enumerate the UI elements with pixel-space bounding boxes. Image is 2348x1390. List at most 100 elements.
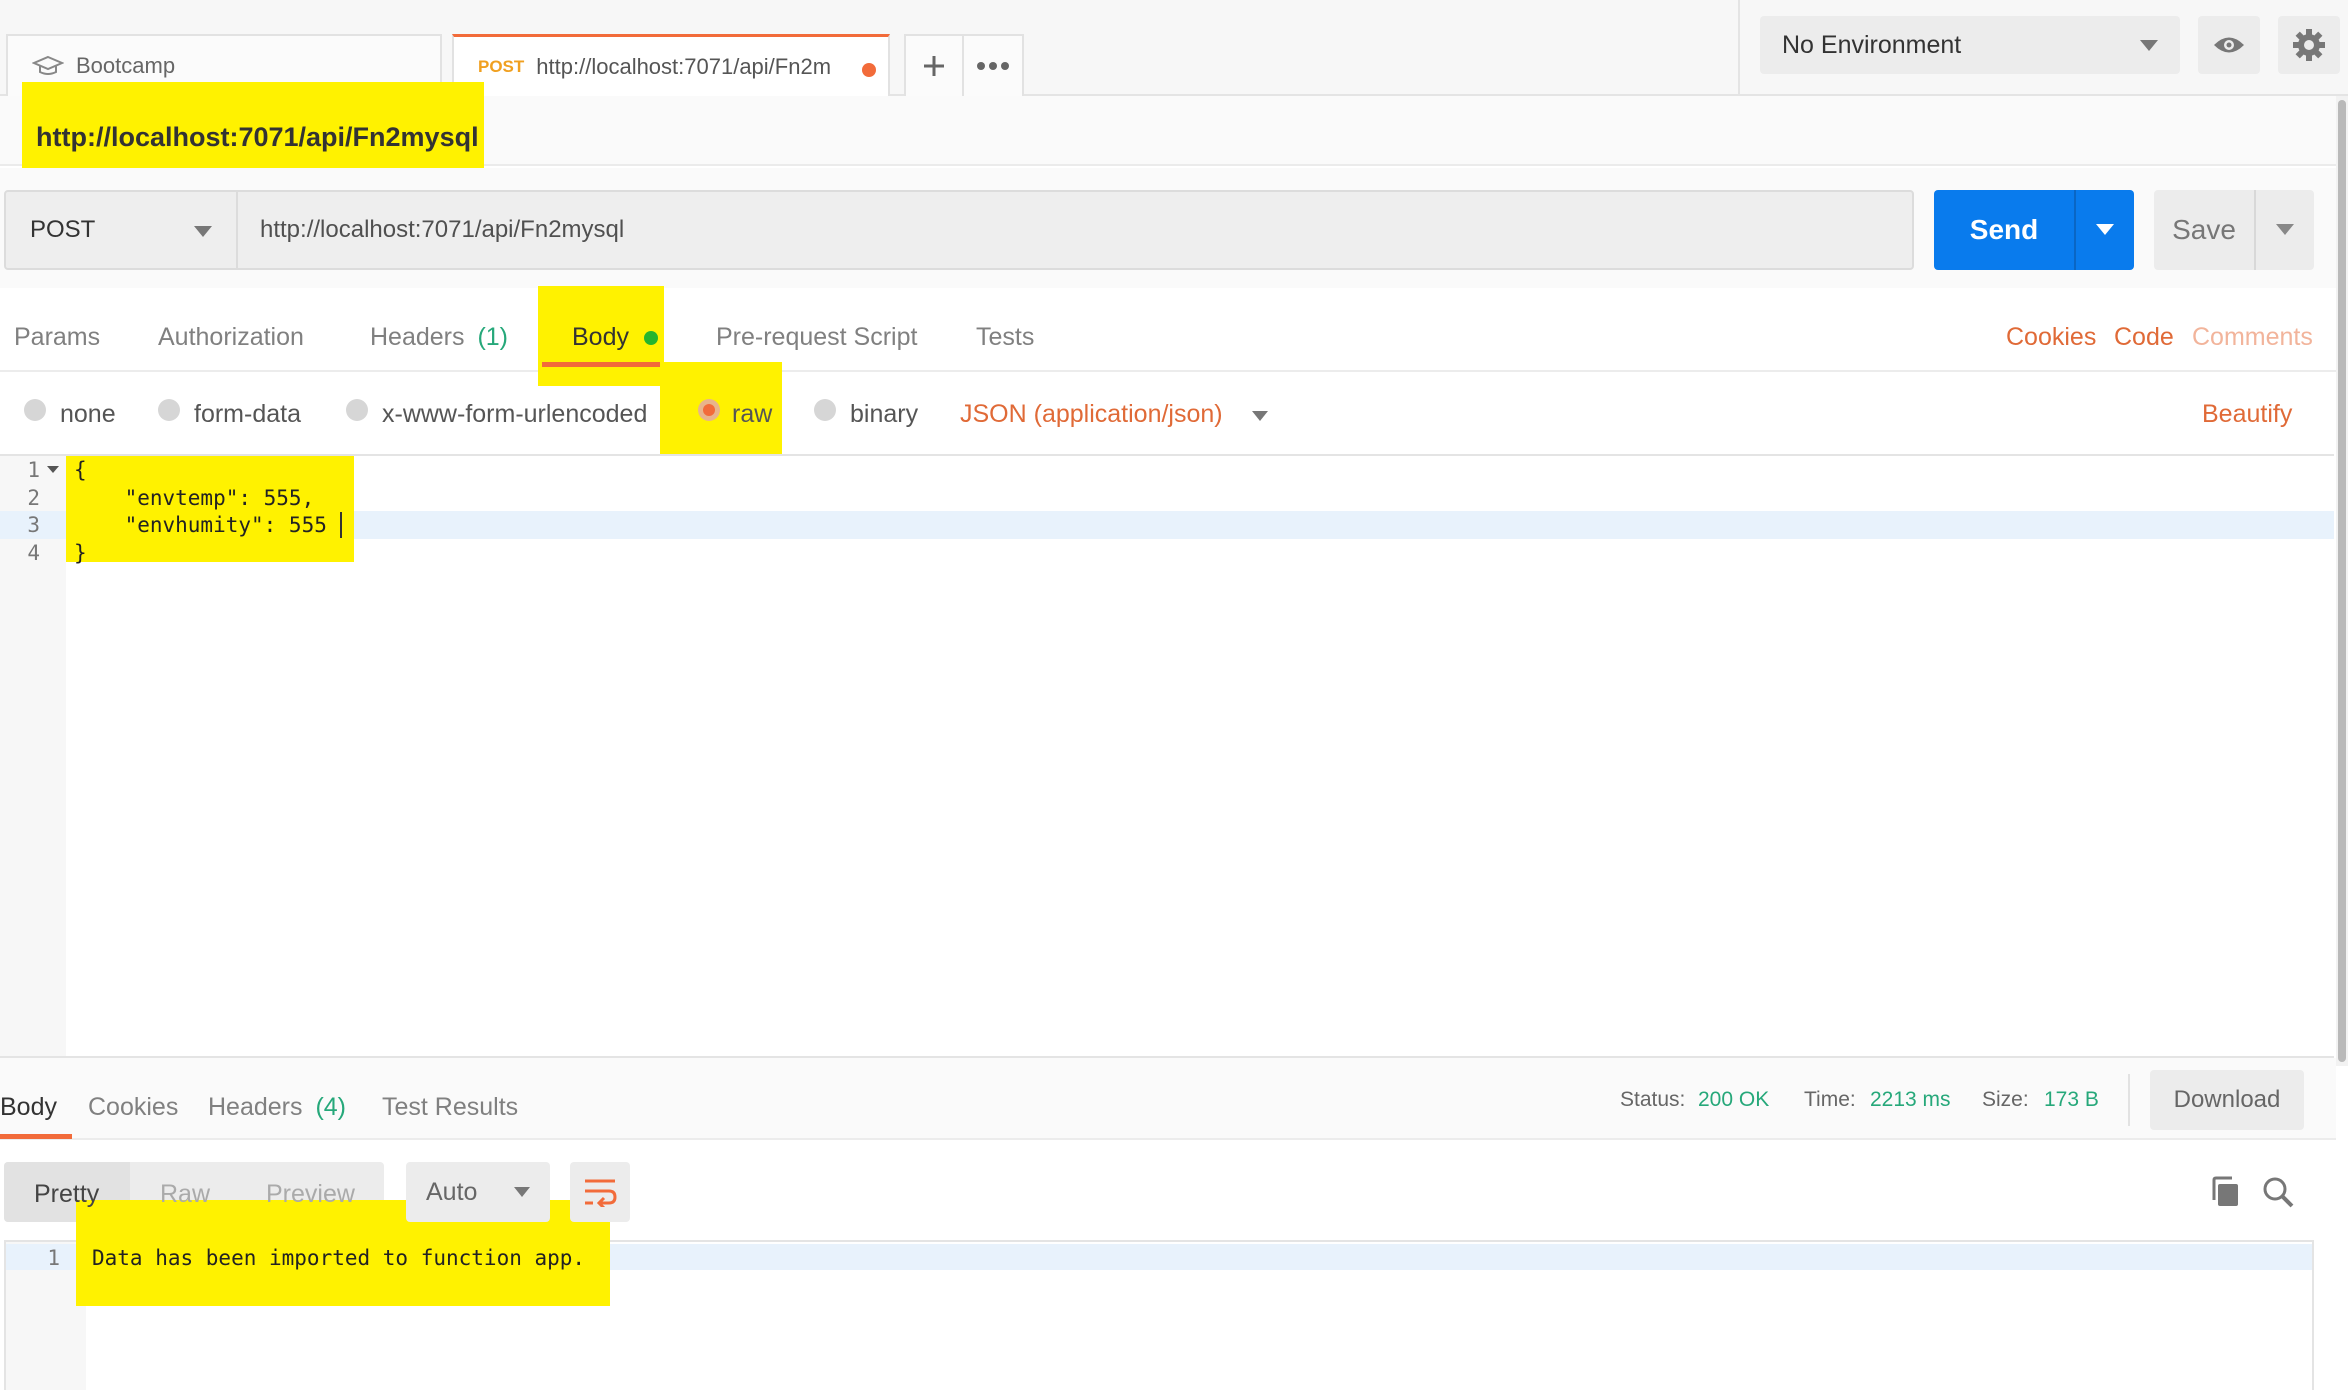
code-line: { xyxy=(74,458,87,482)
url-input[interactable]: http://localhost:7071/api/Fn2mysql xyxy=(236,190,1914,270)
chevron-down-icon xyxy=(2276,224,2294,235)
radio-raw-dot xyxy=(703,404,715,416)
manage-environments-button[interactable] xyxy=(2278,16,2340,74)
size-label: Size: xyxy=(1982,1088,2029,1111)
environment-quick-look-button[interactable] xyxy=(2198,16,2260,74)
radio-urlencoded-label: x-www-form-urlencoded xyxy=(382,400,648,428)
tab-bootcamp-label: Bootcamp xyxy=(76,53,176,78)
tab-headers[interactable]: Headers (1) xyxy=(370,323,508,352)
chevron-down-icon xyxy=(1251,411,1268,421)
save-options-button[interactable] xyxy=(2254,190,2314,270)
radio-form-data-label: form-data xyxy=(194,400,301,428)
line-number: 1 xyxy=(27,458,40,482)
view-raw-button[interactable]: Raw xyxy=(160,1180,210,1209)
response-tab-headers[interactable]: Headers (4) xyxy=(208,1093,346,1122)
chevron-down-icon xyxy=(2140,40,2158,51)
wrap-lines-icon xyxy=(585,1179,617,1207)
response-tab-headers-count: (4) xyxy=(315,1093,347,1121)
tab-actions xyxy=(904,34,1024,96)
code-line: "envtemp": 555, xyxy=(74,486,315,510)
more-tabs-button[interactable] xyxy=(964,36,1022,96)
view-preview-button[interactable]: Preview xyxy=(266,1180,355,1209)
collection-icon xyxy=(32,55,64,75)
url-input-value: http://localhost:7071/api/Fn2mysql xyxy=(260,216,625,243)
radio-form-data[interactable] xyxy=(158,399,180,421)
method-select[interactable]: POST xyxy=(4,190,238,270)
content-type-value: JSON (application/json) xyxy=(960,400,1223,428)
comments-link[interactable]: Comments xyxy=(2192,323,2313,352)
main-scrollbar[interactable] xyxy=(2336,96,2348,1066)
request-tabs xyxy=(0,288,2336,372)
tab-headers-count: (1) xyxy=(477,323,509,351)
text-cursor xyxy=(340,512,342,538)
tab-body-label: Body xyxy=(572,323,629,351)
download-button-label: Download xyxy=(2173,1086,2281,1113)
response-body-text: Data has been imported to function app. xyxy=(92,1246,586,1270)
tab-body[interactable]: Body xyxy=(572,323,658,352)
beautify-link[interactable]: Beautify xyxy=(2202,400,2292,429)
radio-none-label: none xyxy=(60,400,116,428)
time-label: Time: xyxy=(1804,1088,1856,1111)
ellipsis-icon xyxy=(977,62,1009,70)
response-tab-cookies[interactable]: Cookies xyxy=(88,1093,178,1122)
tab-url-label: http://localhost:7071/api/Fn2m xyxy=(536,53,832,79)
format-select[interactable]: Auto xyxy=(406,1162,550,1222)
copy-icon[interactable] xyxy=(2210,1176,2240,1208)
tab-authorization[interactable]: Authorization xyxy=(158,323,304,352)
size-value[interactable]: 173 B xyxy=(2044,1088,2099,1112)
send-options-button[interactable] xyxy=(2074,190,2134,270)
response-tab-body-underline xyxy=(0,1134,72,1139)
radio-raw-label: raw xyxy=(732,400,773,428)
tab-method-label: POST xyxy=(478,56,525,76)
chevron-down-icon xyxy=(514,1187,530,1197)
radio-binary[interactable] xyxy=(814,399,836,421)
radio-urlencoded[interactable] xyxy=(346,399,368,421)
chevron-down-icon xyxy=(2096,224,2114,235)
environment-bar: No Environment xyxy=(1738,0,2348,96)
status-divider xyxy=(2128,1074,2130,1126)
radio-binary-label: binary xyxy=(850,400,919,428)
environment-select[interactable]: No Environment xyxy=(1760,16,2180,74)
status-label: Status: xyxy=(1620,1088,1686,1111)
tab-active-request[interactable]: POST http://localhost:7071/api/Fn2m xyxy=(452,34,890,96)
response-tab-headers-label: Headers xyxy=(208,1093,303,1121)
format-select-value: Auto xyxy=(426,1177,478,1206)
tab-prerequest-script[interactable]: Pre-request Script xyxy=(716,323,917,352)
chevron-down-icon xyxy=(194,226,212,237)
eye-icon xyxy=(2214,37,2244,53)
response-line-number: 1 xyxy=(47,1246,60,1270)
body-indicator-dot-icon xyxy=(643,331,658,346)
send-button-label: Send xyxy=(1969,214,2039,245)
cookies-link[interactable]: Cookies xyxy=(2006,323,2096,352)
line-number: 2 xyxy=(27,486,40,510)
code-line: "envhumity": 555 xyxy=(74,513,327,537)
fold-arrow-icon[interactable] xyxy=(47,466,59,474)
wrap-lines-button[interactable] xyxy=(570,1162,630,1222)
send-button[interactable]: Send xyxy=(1934,190,2074,270)
main-scrollbar-thumb[interactable] xyxy=(2338,100,2346,1062)
new-tab-button[interactable] xyxy=(906,36,964,96)
tab-tests[interactable]: Tests xyxy=(976,323,1034,352)
gear-icon xyxy=(2293,29,2325,61)
radio-none[interactable] xyxy=(24,399,46,421)
tab-headers-label: Headers xyxy=(370,323,465,351)
unsaved-dot-icon xyxy=(862,63,876,77)
view-pretty-label: Pretty xyxy=(34,1180,100,1208)
request-name[interactable]: http://localhost:7071/api/Fn2mysql xyxy=(36,122,479,153)
radio-raw[interactable] xyxy=(698,399,720,421)
tab-params[interactable]: Params xyxy=(14,323,100,352)
content-type-select[interactable]: JSON (application/json) xyxy=(960,400,1268,429)
save-button[interactable]: Save xyxy=(2154,190,2254,270)
plus-icon xyxy=(924,56,944,76)
line-number: 3 xyxy=(27,513,40,537)
code-link[interactable]: Code xyxy=(2114,323,2174,352)
save-button-label: Save xyxy=(2172,214,2236,245)
download-button[interactable]: Download xyxy=(2150,1070,2304,1130)
code-line: } xyxy=(74,541,87,565)
response-tab-body[interactable]: Body xyxy=(0,1093,57,1122)
environment-select-value: No Environment xyxy=(1782,30,1962,59)
status-value[interactable]: 200 OK xyxy=(1698,1088,1769,1112)
search-icon[interactable] xyxy=(2262,1176,2294,1208)
time-value[interactable]: 2213 ms xyxy=(1870,1088,1951,1112)
response-tab-test-results[interactable]: Test Results xyxy=(382,1093,518,1122)
